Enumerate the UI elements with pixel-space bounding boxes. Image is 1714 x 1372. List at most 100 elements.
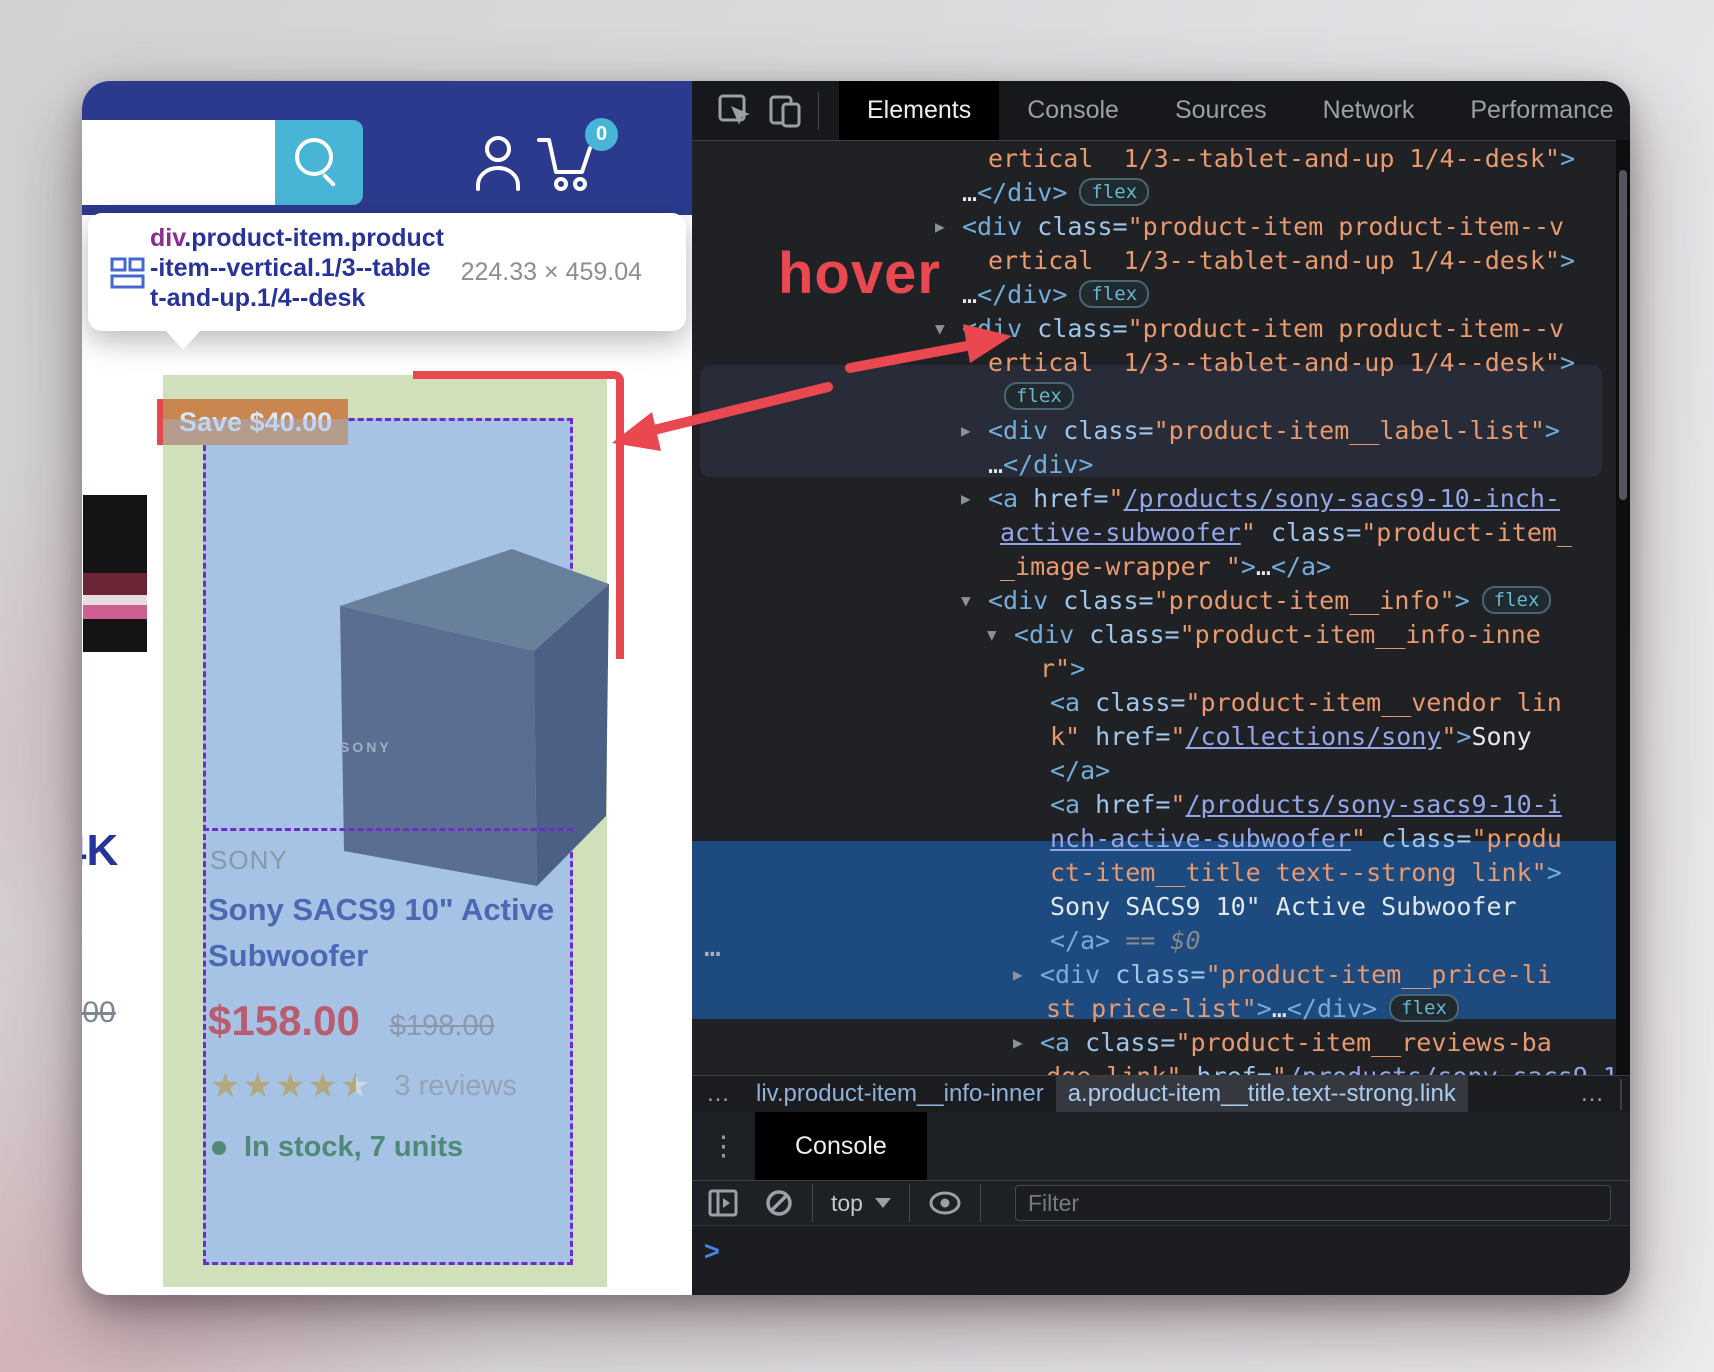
breadcrumb-overflow-icon[interactable]: … (692, 1076, 744, 1113)
dom-tree-row[interactable]: dge link" href="/products/sony-sacs9-1 (1046, 1060, 1616, 1075)
devtools-tab-network[interactable]: Network (1295, 81, 1443, 140)
scrollbar-thumb[interactable] (1619, 170, 1627, 500)
devtools-scrollbar[interactable] (1616, 140, 1630, 1075)
dom-tree-row[interactable]: </a> == $0 (1050, 924, 1201, 958)
code-token: </a> (1050, 926, 1110, 955)
tab-console-drawer[interactable]: Console (755, 1112, 927, 1180)
account-icon[interactable] (472, 133, 524, 193)
code-token: </div> (977, 178, 1067, 207)
dom-tree-row[interactable]: ▶<a href="/products/sony-sacs9-10-inch- (988, 482, 1560, 516)
dom-tree-row[interactable]: Sony SACS9 10" Active Subwoofer (1050, 890, 1517, 924)
code-token: <div (962, 314, 1022, 343)
expander-closed-icon[interactable]: ▶ (1013, 1026, 1023, 1060)
expander-open-icon[interactable]: ▼ (987, 618, 997, 652)
dom-tree-row[interactable]: ▼<div class="product-item__info">flex (988, 584, 1551, 618)
code-token: "product-item__info-inne (1180, 620, 1541, 649)
dom-tree-row[interactable]: ▶<div class="product-item__price-li (1040, 958, 1552, 992)
code-token: " (1108, 484, 1123, 513)
dom-tree-row[interactable]: active-subwoofer" class="product-item_ (1000, 516, 1572, 550)
dom-tree-row[interactable]: k" href="/collections/sony">Sony (1050, 720, 1532, 754)
code-token: ct-item__title text--strong link" (1050, 858, 1547, 887)
dom-tree-row[interactable]: </a> (1050, 754, 1110, 788)
dom-tree-row[interactable]: ertical 1/3--tablet-and-up 1/4--desk"> (988, 142, 1575, 176)
breadcrumb-separator (1620, 1079, 1622, 1110)
dom-tree-row[interactable]: flex (992, 380, 1074, 414)
dom-tree-row[interactable]: <a href="/products/sony-sacs9-10-i (1050, 788, 1562, 822)
code-token: "product-item__price-li (1206, 960, 1552, 989)
product-rating[interactable]: ★★★★★ 3 reviews (210, 1066, 517, 1106)
console-toolbar: top (692, 1180, 1630, 1226)
dom-tree-row[interactable]: …</div> (988, 448, 1093, 482)
dom-tree-row[interactable]: ▶<div class="product-item__label-list"> (988, 414, 1560, 448)
dom-tree-row[interactable]: ▼<div class="product-item__info-inne (1014, 618, 1541, 652)
devtools-tab-console[interactable]: Console (999, 81, 1147, 140)
code-token: " (1441, 722, 1456, 751)
row-more-menu-icon[interactable]: … (704, 930, 723, 963)
code-token: href= (1181, 1062, 1271, 1075)
console-sidebar-icon[interactable] (708, 1189, 738, 1217)
flex-badge[interactable]: flex (1004, 382, 1074, 410)
context-selector[interactable]: top (831, 1190, 891, 1217)
dom-tree-row[interactable]: …</div>flex (962, 176, 1149, 210)
console-filter-input[interactable] (1015, 1185, 1611, 1221)
expander-closed-icon[interactable]: ▶ (1013, 958, 1023, 992)
code-token: "product-item_ (1361, 518, 1572, 547)
code-token: nch-active-subwoofer (1050, 824, 1351, 853)
code-token: Sony SACS9 10" Active Subwoofer (1050, 892, 1517, 921)
code-token: class= (1048, 586, 1153, 615)
code-token: > (1241, 552, 1256, 581)
flex-badge[interactable]: flex (1482, 586, 1552, 614)
expander-open-icon[interactable]: ▼ (961, 584, 971, 618)
product-price: $158.00 (208, 997, 360, 1045)
product-title[interactable]: Sony SACS9 10" Active Subwoofer (208, 887, 554, 979)
code-token: > (1257, 994, 1272, 1023)
flex-badge[interactable]: flex (1389, 994, 1459, 1022)
dom-tree-row[interactable]: ct-item__title text--strong link"> (1050, 856, 1562, 890)
search-button[interactable] (275, 120, 363, 205)
code-token: dge link" (1046, 1062, 1181, 1075)
expander-closed-icon[interactable]: ▶ (961, 482, 971, 516)
code-token: _image-wrapper " (1000, 552, 1241, 581)
code-token: href= (1080, 722, 1170, 751)
search-input[interactable] (82, 120, 275, 205)
device-toolbar-icon[interactable] (768, 94, 804, 128)
dom-tree-row[interactable]: nch-active-subwoofer" class="produ (1050, 822, 1562, 856)
inspect-element-icon[interactable] (718, 94, 752, 128)
expander-closed-icon[interactable]: ▶ (935, 210, 945, 244)
devtools-tab-elements[interactable]: Elements (839, 81, 999, 140)
eye-icon[interactable] (928, 1190, 962, 1216)
code-token: /products/sony-sacs9-1 (1287, 1062, 1616, 1075)
code-token: > (1560, 246, 1575, 275)
code-token: "product-item__vendor lin (1185, 688, 1561, 717)
shop-page: 0 div.product-item.product -item--vertic… (82, 81, 692, 1295)
dom-tree-row[interactable]: _image-wrapper ">…</a> (1000, 550, 1331, 584)
breadcrumb-item[interactable]: liv.product-item__info-inner (744, 1076, 1056, 1113)
drawer-menu-icon[interactable]: ⋮ (692, 1112, 755, 1180)
flex-badge[interactable]: flex (1079, 178, 1149, 206)
code-token: " (1170, 722, 1185, 751)
devtools-tab-performance[interactable]: Performance (1442, 81, 1630, 140)
dom-tree-row[interactable]: ▶<div class="product-item product-item--… (962, 210, 1564, 244)
dom-tree-row[interactable]: …</div>flex (962, 278, 1149, 312)
product-vendor[interactable]: SONY (210, 845, 288, 876)
flex-badge[interactable]: flex (1079, 280, 1149, 308)
breadcrumb-item[interactable]: a.product-item__title.text--strong.link (1056, 1076, 1468, 1113)
code-token: <a (1040, 1028, 1070, 1057)
devtools-tab-sources[interactable]: Sources (1147, 81, 1295, 140)
dom-tree-row[interactable]: r"> (1040, 652, 1085, 686)
screenshot-stage: 0 div.product-item.product -item--vertic… (0, 0, 1714, 1372)
code-token: ertical 1/3--tablet-and-up 1/4--desk" (988, 144, 1560, 173)
dom-tree-row[interactable]: st price-list">…</div>flex (1046, 992, 1459, 1026)
stock-status: In stock, 7 units (212, 1131, 463, 1164)
expander-open-icon[interactable]: ▼ (935, 312, 945, 346)
dom-tree-row[interactable]: <a class="product-item__vendor lin (1050, 686, 1562, 720)
dom-tree-row[interactable]: ▼<div class="product-item product-item--… (962, 312, 1564, 346)
dom-tree-row[interactable]: ertical 1/3--tablet-and-up 1/4--desk"> (988, 244, 1575, 278)
dom-tree-row[interactable]: ▶<a class="product-item__reviews-ba (1040, 1026, 1552, 1060)
code-token: </div> (1003, 450, 1093, 479)
devtools-tabbar: ElementsConsoleSourcesNetworkPerformance (692, 81, 1630, 141)
clear-console-icon[interactable] (764, 1188, 794, 1218)
expander-closed-icon[interactable]: ▶ (961, 414, 971, 448)
dom-tree-row[interactable]: ertical 1/3--tablet-and-up 1/4--desk"> (988, 346, 1575, 380)
console-output[interactable]: > (692, 1226, 1630, 1295)
